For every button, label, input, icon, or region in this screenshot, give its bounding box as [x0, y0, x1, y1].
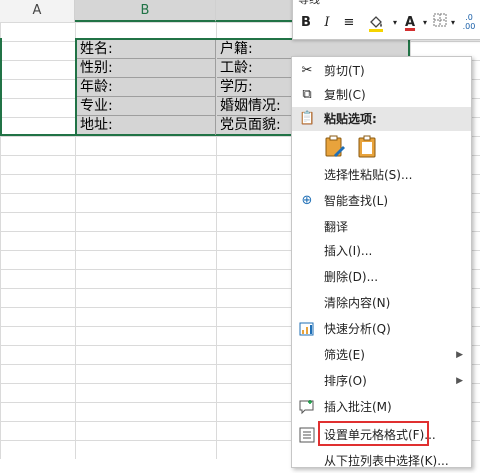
menu-item-delete[interactable]: 删除(D)... — [292, 265, 471, 289]
highlight-box — [318, 421, 429, 446]
mini-toolbar: 等线 B I ≡ ▾ A ▾ ▾ .0 .00 — [292, 0, 480, 40]
quick-analysis-icon — [299, 321, 315, 337]
cell-label-party[interactable]: 党员面貌: — [217, 116, 292, 135]
comment-icon — [299, 399, 315, 415]
menu-item-label: 筛选(E) — [324, 348, 365, 362]
menu-item-insert-comment[interactable]: 插入批注(M) — [292, 395, 471, 419]
menu-item-label: 选择性粘贴(S)... — [324, 168, 413, 182]
align-button[interactable]: ≡ — [341, 13, 357, 33]
scissors-icon: ✂ — [301, 63, 313, 78]
chevron-down-icon[interactable]: ▾ — [421, 13, 429, 33]
submenu-arrow-icon: ▶ — [456, 376, 463, 386]
paste-icon[interactable] — [357, 135, 379, 159]
menu-item-label: 智能查找(L) — [324, 194, 389, 208]
bold-button[interactable]: B — [299, 13, 313, 33]
cell-label-age[interactable]: 年龄: — [77, 78, 216, 97]
paste-options-row — [324, 135, 385, 161]
column-header-a[interactable]: A — [0, 0, 75, 22]
cell-label-household[interactable]: 户籍: — [217, 40, 292, 59]
font-color-letter: A — [404, 15, 416, 30]
cell-label-education[interactable]: 学历: — [217, 78, 292, 97]
copy-icon: ⧉ — [302, 87, 312, 102]
paste-keep-source-icon[interactable] — [324, 135, 346, 159]
context-menu: ✂ 剪切(T) ⧉ 复制(C) 📋 粘贴选项: 选择性粘贴(S)... ⊕ 智能… — [291, 56, 472, 468]
cell-label-address[interactable]: 地址: — [77, 116, 216, 135]
menu-section-label: 粘贴选项: — [324, 112, 377, 126]
borders-button[interactable] — [433, 13, 447, 33]
menu-item-quick-analysis[interactable]: 快速分析(Q) — [292, 317, 471, 341]
submenu-arrow-icon: ▶ — [456, 350, 463, 360]
menu-item-insert[interactable]: 插入(I)... — [292, 239, 471, 263]
search-globe-icon: ⊕ — [301, 193, 313, 208]
menu-item-cut[interactable]: ✂ 剪切(T) — [292, 59, 471, 83]
selection-border-left — [0, 38, 75, 136]
menu-item-smart-lookup[interactable]: ⊕ 智能查找(L) — [292, 189, 471, 213]
menu-item-clear-contents[interactable]: 清除内容(N) — [292, 291, 471, 315]
menu-item-label: 清除内容(N) — [324, 296, 391, 310]
menu-item-label: 排序(O) — [324, 374, 367, 388]
clipboard-icon: 📋 — [299, 111, 316, 126]
cell-label-seniority[interactable]: 工龄: — [217, 59, 292, 78]
chevron-down-icon[interactable]: ▾ — [449, 13, 457, 33]
menu-item-label: 快速分析(Q) — [324, 322, 391, 336]
italic-button[interactable]: I — [321, 13, 333, 33]
menu-item-filter[interactable]: 筛选(E) ▶ — [292, 343, 471, 367]
border-grid-icon — [433, 13, 447, 27]
menu-section-paste-options: 📋 粘贴选项: — [292, 107, 471, 131]
fill-color-button[interactable] — [365, 13, 387, 33]
increase-decimal-button[interactable]: .0 .00 — [459, 13, 479, 33]
menu-item-sort[interactable]: 排序(O) ▶ — [292, 369, 471, 393]
menu-item-label: 删除(D)... — [324, 270, 379, 284]
menu-item-label: 复制(C) — [324, 88, 366, 102]
menu-item-label: 剪切(T) — [324, 64, 365, 78]
menu-item-copy[interactable]: ⧉ 复制(C) — [292, 83, 471, 107]
menu-item-paste-special[interactable]: 选择性粘贴(S)... — [292, 163, 471, 187]
cell-label-marital[interactable]: 婚姻情况: — [217, 97, 292, 116]
cell-label-major[interactable]: 专业: — [77, 97, 216, 116]
menu-item-label: 插入批注(M) — [324, 400, 392, 414]
paint-bucket-icon — [369, 16, 383, 32]
menu-item-pick-from-list[interactable]: 从下拉列表中选择(K)... — [292, 449, 471, 473]
column-header-b[interactable]: B — [75, 0, 216, 22]
menu-item-translate[interactable]: 翻译 — [292, 215, 471, 239]
menu-item-label: 插入(I)... — [324, 244, 373, 258]
font-color-button[interactable]: A — [401, 13, 419, 33]
cell-label-gender[interactable]: 性别: — [77, 59, 216, 78]
chevron-down-icon[interactable]: ▾ — [391, 13, 399, 33]
cell-label-name[interactable]: 姓名: — [77, 40, 216, 59]
font-name-box[interactable]: 等线 — [298, 0, 378, 7]
menu-item-label: 翻译 — [324, 220, 349, 234]
format-cells-icon — [299, 427, 315, 443]
menu-item-label: 从下拉列表中选择(K)... — [324, 454, 449, 468]
